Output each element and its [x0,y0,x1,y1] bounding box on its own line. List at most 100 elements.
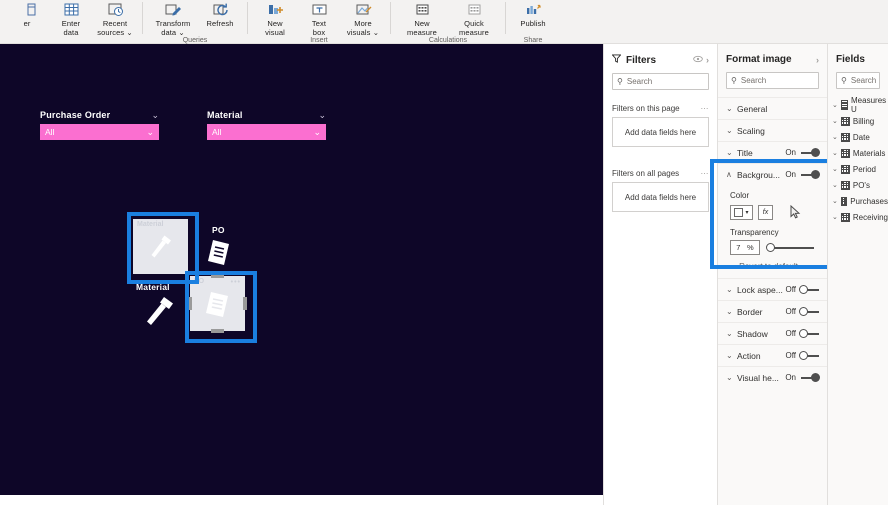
slicer-value: All [45,127,55,137]
lock-aspect-toggle[interactable]: Off [785,285,819,294]
ribbon-group-label: Insert [310,37,328,44]
ribbon-button-enter-data-partial[interactable]: er [5,0,49,41]
filters-section-label-all-pages: Filters on all pages ⋯ [604,147,717,182]
ribbon-button-new-visual[interactable]: New visual [253,0,297,41]
ribbon-button-quick-measure[interactable]: Quick measure [448,0,500,41]
format-section-general[interactable]: ⌄ General [718,97,827,119]
field-table-date[interactable]: ⌄ Date [828,129,888,145]
chevron-down-icon[interactable]: ⌄ [726,307,737,316]
chevron-down-icon[interactable]: ⌄ [832,101,838,109]
chevron-down-icon[interactable]: ⌄ [151,110,159,120]
fields-search-input[interactable]: ⚲ Search [836,72,880,89]
format-section-lock-aspect[interactable]: ⌄ Lock aspe... Off [718,278,827,300]
chevron-down-icon[interactable]: ▾ [745,209,748,216]
ribbon-button-more-visuals[interactable]: More visuals ⌄ [341,0,385,41]
chevron-down-icon[interactable]: ⌄ [832,117,838,125]
slicer-dropdown[interactable]: All ⌄ [207,124,326,140]
chevron-right-icon[interactable]: › [706,55,709,65]
title-toggle[interactable]: On [785,148,820,157]
chevron-down-icon[interactable]: ⌄ [726,285,737,294]
ribbon-label: visuals ⌄ [346,28,380,37]
toggle-switch[interactable] [799,285,819,294]
ribbon-button-refresh[interactable]: Refresh [198,0,242,41]
conditional-formatting-fx-button[interactable]: fx [758,205,773,220]
filters-dropzone-this-page[interactable]: Add data fields here [612,117,709,147]
chevron-down-icon[interactable]: ⌄ [726,373,737,382]
format-section-background[interactable]: ∧ Backgrou... On [718,163,827,185]
chevron-down-icon[interactable]: ⌄ [726,126,737,135]
field-table-receiving[interactable]: ⌄ Receiving [828,209,888,225]
chevron-down-icon[interactable]: ⌄ [726,104,737,113]
chevron-up-icon[interactable]: ∧ [726,170,737,179]
field-table-purchases[interactable]: ⌄ Purchases [828,193,888,209]
format-section-action[interactable]: ⌄ Action Off [718,344,827,366]
chevron-down-icon[interactable]: ⌄ [832,213,838,221]
ribbon-button-enter-data[interactable]: Enter data [49,0,93,41]
format-section-title[interactable]: ⌄ Title On [718,141,827,163]
visual-header-toggle[interactable]: On [785,373,820,382]
field-table-billing[interactable]: ⌄ Billing [828,113,888,129]
report-canvas[interactable]: Purchase Order ⌄ All ⌄ Material ⌄ All ⌄ … [0,44,603,495]
canvas-area: Purchase Order ⌄ All ⌄ Material ⌄ All ⌄ … [0,44,603,505]
chevron-down-icon[interactable]: ⌄ [726,351,737,360]
toggle-switch[interactable] [799,351,819,360]
selection-outline-po[interactable] [185,271,257,343]
transparency-label: Transparency [730,228,779,237]
background-toggle[interactable]: On [785,170,820,179]
chevron-down-icon[interactable]: ⌄ [146,127,154,138]
search-icon: ⚲ [841,76,847,85]
slicer-dropdown[interactable]: All ⌄ [40,124,159,140]
chevron-down-icon[interactable]: ⌄ [726,148,737,157]
chevron-down-icon[interactable]: ⌄ [832,165,838,173]
slicer-material[interactable]: Material ⌄ All ⌄ [207,110,326,140]
format-section-visual-header[interactable]: ⌄ Visual he... On [718,366,827,388]
field-table-pos[interactable]: ⌄ PO's [828,177,888,193]
transparency-slider[interactable] [766,243,814,253]
color-picker-button[interactable]: ▾ [730,205,753,220]
ribbon-button-transform-data[interactable]: Transform data ⌄ [148,0,198,41]
fields-pane: Fields ⚲ Search ⌄ Measures U ⌄ Billing ⌄… [827,44,888,505]
action-toggle[interactable]: Off [785,351,819,360]
chevron-down-icon[interactable]: ⌄ [313,127,321,138]
toggle-switch[interactable] [799,170,820,179]
format-section-border[interactable]: ⌄ Border Off [718,300,827,322]
toggle-switch[interactable] [799,329,819,338]
format-section-shadow[interactable]: ⌄ Shadow Off [718,322,827,344]
filters-section-label-this-page: Filters on this page ⋯ [604,98,717,117]
transparency-input[interactable]: 7 % [730,240,760,255]
field-table-period[interactable]: ⌄ Period [828,161,888,177]
toggle-switch[interactable] [799,373,820,382]
ribbon-button-text-box[interactable]: Text box [297,0,341,41]
field-table-measures[interactable]: ⌄ Measures U [828,96,888,114]
filters-dropzone-all-pages[interactable]: Add data fields here [612,182,709,212]
chevron-down-icon[interactable]: ⌄ [832,149,838,157]
filters-section-menu-icon[interactable]: ⋯ [701,104,710,113]
ribbon-button-publish[interactable]: Publish [511,0,555,41]
eye-icon[interactable] [693,55,703,65]
slicer-purchase-order[interactable]: Purchase Order ⌄ All ⌄ [40,110,159,140]
ribbon-button-new-measure[interactable]: New measure [396,0,448,41]
border-toggle[interactable]: Off [785,307,819,316]
table-icon [840,132,850,142]
chevron-down-icon[interactable]: ⌄ [726,329,737,338]
chevron-down-icon[interactable]: ⌄ [318,110,326,120]
chevron-right-icon[interactable]: › [816,55,819,65]
format-search-input[interactable]: ⚲ Search [726,72,819,89]
slider-thumb[interactable] [766,243,775,252]
revert-to-default-link[interactable]: Revert to default [718,255,827,278]
field-table-materials[interactable]: ⌄ Materials [828,145,888,161]
chevron-down-icon[interactable]: ⌄ [832,181,838,189]
chevron-down-icon[interactable]: ⌄ [832,133,838,141]
field-table-label: Period [852,164,876,174]
chevron-down-icon[interactable]: ⌄ [832,197,838,205]
filters-search-input[interactable]: ⚲ Search [612,73,709,90]
shadow-toggle[interactable]: Off [785,329,819,338]
free-icon-hammer [140,291,180,336]
filters-section-menu-icon[interactable]: ⋯ [701,169,710,178]
toggle-switch[interactable] [799,307,819,316]
ribbon-button-recent-sources[interactable]: Recent sources ⌄ [93,0,137,41]
format-section-scaling[interactable]: ⌄ Scaling [718,119,827,141]
table-icon [840,148,850,158]
toggle-switch[interactable] [799,148,820,157]
field-table-label: Billing [852,116,875,126]
